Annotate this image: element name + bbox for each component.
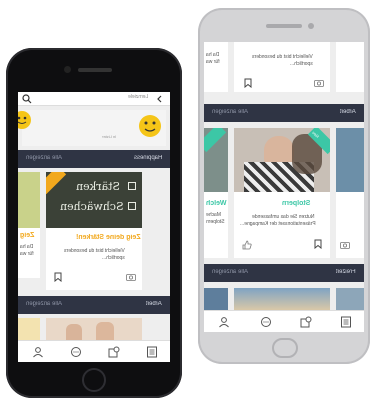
section-work: Arbeit Alle anzeigen [18, 296, 170, 314]
earpiece-speaker [78, 68, 112, 72]
section-title: Happiness [133, 155, 162, 161]
mockup-stage: Lernziele In Lister Happiness Alle anzei… [0, 0, 374, 402]
front-camera [64, 66, 71, 73]
show-all-link[interactable]: Alle anzeigen [26, 301, 62, 307]
bottom-navigation [18, 340, 170, 362]
home-button[interactable] [272, 338, 298, 358]
dark-phone: Lernziele In Lister Happiness Alle anzei… [6, 48, 182, 398]
section-title: Freizeit [336, 269, 356, 275]
chevron-icon[interactable] [156, 95, 164, 103]
card-strengths[interactable]: Stärken Schwächen Zeig deine Stärken! Vi… [46, 172, 142, 290]
card-image [336, 128, 364, 192]
section-leisure: Freizeit Alle anzeigen [204, 264, 364, 282]
card-description: für wa [206, 59, 220, 65]
show-all-link[interactable]: Alle anzeigen [212, 269, 248, 275]
earpiece-speaker [266, 24, 302, 28]
show-all-link[interactable]: Alle anzeigen [212, 109, 248, 115]
right-app-screen: Da ha für wa Vielleicht bist du besonder… [204, 42, 364, 332]
card-title: Zeig [20, 232, 35, 239]
partial-card[interactable]: Welch Mache Stolpern [204, 128, 228, 258]
card-description: Präsentationsset der Kampagne... [240, 221, 316, 227]
partial-card[interactable]: Zeig Da ha für wa [18, 172, 40, 278]
camera-icon [340, 242, 350, 249]
search-header: Lernziele [18, 92, 170, 106]
tasks-icon[interactable] [300, 316, 312, 328]
partial-card[interactable] [336, 288, 364, 310]
top-card[interactable]: Vielleicht bist du besonders sportlich..… [234, 42, 330, 92]
front-camera [308, 23, 314, 29]
camera-icon [126, 274, 136, 281]
card-description: für wa [20, 251, 34, 257]
bookmark-icon[interactable] [244, 78, 252, 88]
profile-icon[interactable] [218, 316, 230, 328]
card-title: Welch [206, 200, 227, 207]
checkbox-drawing [128, 182, 136, 190]
home-button[interactable] [82, 368, 106, 392]
section-work: Arbeit Alle anzeigen [204, 104, 364, 122]
card-description: Stolpern [206, 219, 225, 225]
section-title: Arbeit [146, 301, 162, 307]
camera-icon [314, 80, 324, 87]
profile-icon[interactable] [32, 346, 44, 358]
card-landscape[interactable] [234, 288, 330, 310]
section-happiness: Happiness Alle anzeigen [18, 150, 170, 168]
tasks-icon[interactable] [108, 346, 120, 358]
card-description: sportlich... [102, 255, 125, 261]
card-image [18, 172, 40, 228]
blackboard-image: Stärken Schwächen [46, 172, 142, 228]
top-card-label: In Lister [102, 134, 117, 139]
card-description: Da ha [20, 244, 34, 250]
card-stolpern[interactable]: Neu Stolpern Nutzen Sie das umfassende P… [234, 128, 330, 258]
search-input[interactable]: Lernziele [48, 94, 148, 103]
bookmark-icon[interactable] [54, 272, 62, 282]
card-description: Da ha [206, 52, 220, 58]
top-card[interactable]: In Lister [22, 110, 166, 146]
search-placeholder: Lernziele [127, 94, 148, 100]
partial-card[interactable] [204, 288, 228, 310]
card-description: Mache [206, 212, 222, 218]
card-title: Zeig deine Stärken! [76, 234, 141, 241]
partial-card[interactable]: Da ha für wa [204, 42, 228, 92]
light-phone: Da ha für wa Vielleicht bist du besonder… [198, 8, 370, 364]
notes-icon[interactable] [340, 316, 352, 328]
thumb-icon[interactable] [242, 240, 252, 250]
chalk-text: Schwächen [60, 200, 124, 213]
bottom-navigation [204, 310, 364, 332]
smiley-icon [18, 111, 31, 129]
show-all-link[interactable]: Alle anzeigen [26, 155, 62, 161]
card-description: Nutzen Sie das umfassende [252, 214, 315, 220]
corner-ribbon [46, 172, 67, 195]
section-title: Arbeit [340, 109, 356, 115]
left-app-screen: Lernziele In Lister Happiness Alle anzei… [18, 92, 170, 362]
chat-icon[interactable] [260, 316, 272, 328]
notes-icon[interactable] [146, 346, 158, 358]
card-title: Stolpern [282, 200, 311, 207]
card-description: Vielleicht bist du besonders [64, 248, 125, 254]
partial-card[interactable] [336, 128, 364, 258]
smiley-icon [139, 115, 161, 137]
search-icon[interactable] [22, 94, 32, 104]
card-description: sportlich... [290, 61, 313, 67]
card-description: Vielleicht bist du besonders [252, 54, 313, 60]
bookmark-icon[interactable] [314, 239, 322, 249]
checkbox-drawing [128, 202, 136, 210]
partial-card[interactable] [336, 42, 364, 92]
chat-icon[interactable] [70, 346, 82, 358]
chalk-text: Stärken [76, 180, 121, 193]
